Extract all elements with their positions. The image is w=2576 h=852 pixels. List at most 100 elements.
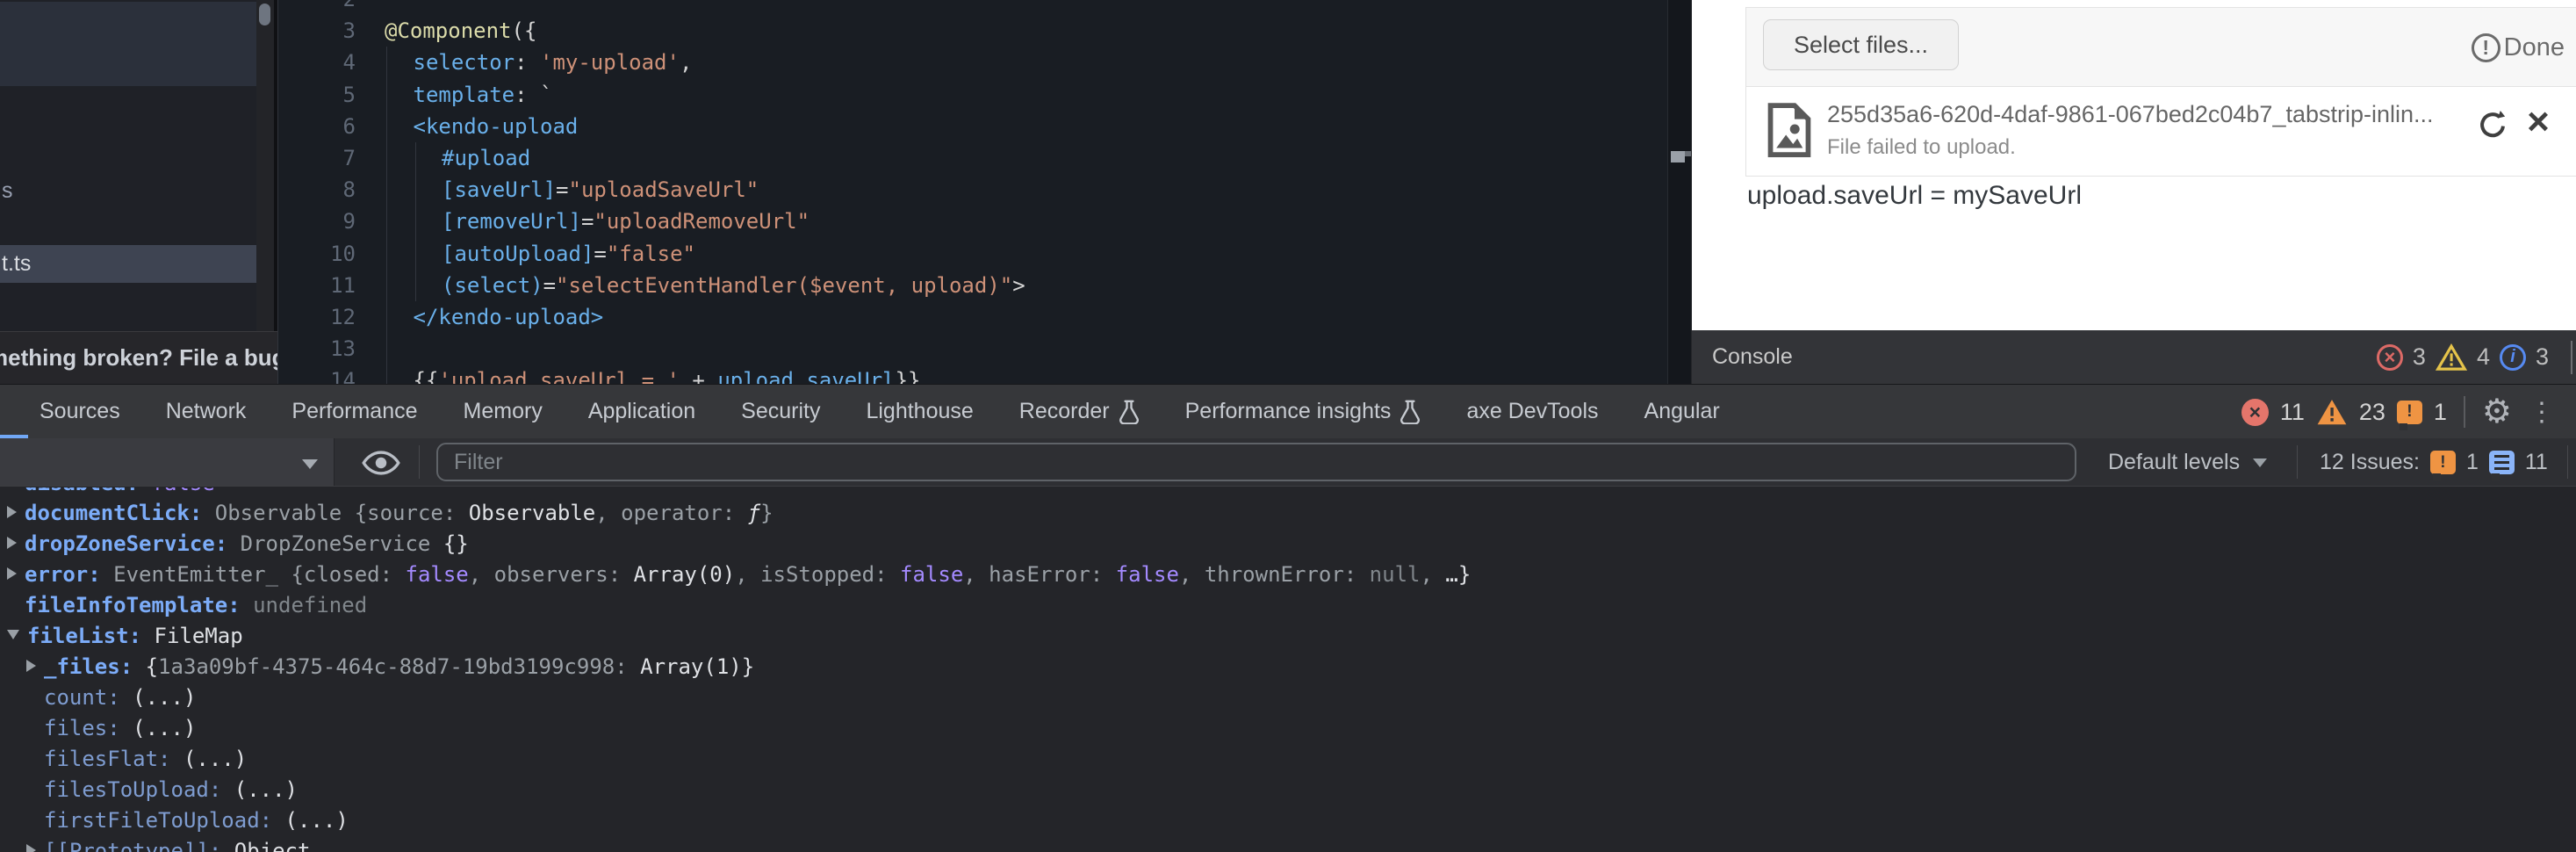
tab-memory[interactable]: Memory <box>464 399 543 424</box>
flask-icon <box>1119 400 1140 424</box>
console-token: count: <box>44 685 133 710</box>
issues-summary[interactable]: 12 Issues: ! 1 11 <box>2320 438 2548 487</box>
expand-arrow-icon[interactable] <box>7 567 17 580</box>
issues-count: 1 <box>2433 398 2447 425</box>
editor-scrollbar-thumb[interactable] <box>1671 151 1685 162</box>
tab-lighthouse[interactable]: Lighthouse <box>866 399 973 424</box>
console-token: false <box>900 562 964 587</box>
line-number[interactable]: 6 <box>278 111 356 142</box>
settings-gear-icon[interactable]: ⚙ <box>2482 395 2512 429</box>
ide-section: s t.ts mething broken? File a bug! 23@Co… <box>0 0 2576 384</box>
line-number[interactable]: 10 <box>278 238 356 270</box>
retry-upload-icon[interactable] <box>2473 106 2512 145</box>
error-count: 3 <box>2412 343 2426 370</box>
console-property-row: disabled: false <box>0 487 2576 498</box>
console-token: null <box>1369 562 1421 587</box>
expand-arrow-icon[interactable] <box>26 844 36 852</box>
code-line[interactable]: 11 (select)="selectEventHandler($event, u… <box>278 270 1666 301</box>
tab-security[interactable]: Security <box>741 399 820 424</box>
remove-file-icon[interactable]: × <box>2519 99 2558 145</box>
tab-sources[interactable]: Sources <box>40 399 120 424</box>
code-token: [saveUrl] <box>442 177 557 203</box>
exclamation-circle-icon: ! <box>2471 32 2500 62</box>
line-number[interactable]: 3 <box>278 15 356 47</box>
select-files-button[interactable]: Select files... <box>1763 19 1960 70</box>
code-line[interactable]: 13 <box>278 333 1666 365</box>
code-line[interactable]: 7 #upload <box>278 142 1666 174</box>
code-token: [autoUpload] <box>442 241 594 266</box>
code-token: = <box>543 272 557 298</box>
code-editor[interactable]: 23 @Component({4 selector: 'my-upload', 5 te… <box>277 0 1691 384</box>
javascript-context-dropdown[interactable] <box>0 438 335 486</box>
tab-performance-insights[interactable]: Performance insights <box>1185 399 1421 424</box>
console-property-row: error: EventEmitter_ {closed: false, obs… <box>0 560 2576 590</box>
tab-angular[interactable]: Angular <box>1644 399 1720 424</box>
line-number[interactable]: 2 <box>278 0 356 15</box>
line-number[interactable]: 12 <box>278 301 356 333</box>
sidebar-scrollbar-thumb[interactable] <box>259 4 270 25</box>
log-levels-label: Default levels <box>2108 450 2241 474</box>
issues-icon[interactable]: ! <box>2396 400 2422 430</box>
improvement-issue-icon <box>2488 451 2515 480</box>
tab-network[interactable]: Network <box>166 399 247 424</box>
console-warnings-icon[interactable] <box>2316 398 2348 426</box>
message-count: 11 <box>2524 450 2548 474</box>
console-property-row: files: (...) <box>0 713 2576 744</box>
line-number[interactable]: 7 <box>278 142 356 174</box>
tab-label: Performance insights <box>1184 399 1392 423</box>
code-line[interactable]: 14 {{'upload.saveUrl = ' + upload.saveUrl… <box>278 365 1666 384</box>
upload-status: ! Done <box>2471 8 2565 87</box>
divider <box>2567 445 2568 479</box>
expand-arrow-icon[interactable] <box>26 660 36 672</box>
sidebar-scrollbar[interactable] <box>256 0 274 331</box>
sidebar-item-selected-file[interactable]: t.ts <box>0 245 256 283</box>
code-line[interactable]: 12 </kendo-upload> <box>278 301 1666 333</box>
line-number[interactable]: 14 <box>278 365 356 384</box>
code-token: 'upload.saveUrl = ' <box>438 368 680 384</box>
console-token: , operator: <box>595 501 748 525</box>
code-line[interactable]: 4 selector: 'my-upload', <box>278 47 1666 78</box>
expand-arrow-icon[interactable] <box>7 630 19 639</box>
console-token: fileList: <box>27 624 155 648</box>
code-text: [saveUrl]="uploadSaveUrl" <box>442 174 759 206</box>
console-token: Object <box>234 839 311 852</box>
code-line[interactable]: 6 <kendo-upload <box>278 111 1666 142</box>
more-options-kebab-icon[interactable]: ⋮ <box>2523 397 2560 428</box>
code-text: [removeUrl]="uploadRemoveUrl" <box>442 206 809 237</box>
code-line[interactable]: 9 [removeUrl]="uploadRemoveUrl" <box>278 206 1666 237</box>
expand-arrow-icon[interactable] <box>7 506 17 518</box>
console-property-row: fileInfoTemplate: undefined <box>0 590 2576 621</box>
code-token: = <box>580 209 594 235</box>
code-line[interactable]: 8 [saveUrl]="uploadSaveUrl" <box>278 174 1666 206</box>
code-token: , <box>679 50 693 76</box>
line-number[interactable]: 5 <box>278 79 356 111</box>
console-token: (...) <box>133 685 197 710</box>
code-line[interactable]: 2 <box>278 0 1666 15</box>
line-number[interactable]: 9 <box>278 206 356 237</box>
preview-console-bar[interactable]: Console × 3 4 i 3 <box>1692 330 2576 384</box>
editor-scrollbar[interactable] <box>1667 0 1691 384</box>
tab-performance[interactable]: Performance <box>291 399 417 424</box>
console-errors-icon[interactable]: × <box>2241 398 2269 426</box>
console-token: , isStopped: <box>735 562 901 587</box>
tab-axe-devtools[interactable]: axe DevTools <box>1466 399 1598 424</box>
console-filter-input[interactable] <box>436 443 2076 481</box>
line-number[interactable]: 11 <box>278 270 356 301</box>
tab-recorder[interactable]: Recorder <box>1019 399 1140 424</box>
log-levels-dropdown[interactable]: Default levels <box>2108 438 2268 487</box>
code-line[interactable]: 5 template: ` <box>278 79 1666 111</box>
console-output: disabled: falsedocumentClick: Observable… <box>0 487 2576 852</box>
console-errors-count: 11 <box>2279 398 2305 425</box>
line-number[interactable]: 13 <box>278 333 356 365</box>
code-token: </kendo-upload> <box>413 304 604 329</box>
line-number[interactable]: 8 <box>278 174 356 206</box>
create-live-expression-eye-icon[interactable] <box>362 450 400 480</box>
line-number[interactable]: 4 <box>278 47 356 78</box>
console-property-row: [[Prototype]]: Object <box>0 836 2576 852</box>
expand-arrow-icon[interactable] <box>7 537 17 549</box>
tab-application[interactable]: Application <box>588 399 695 424</box>
code-line[interactable]: 3 @Component({ <box>278 15 1666 47</box>
code-line[interactable]: 10 [autoUpload]="false" <box>278 238 1666 270</box>
file-a-bug-banner[interactable]: mething broken? File a bug! <box>0 331 277 384</box>
devtools-status-badges: × 11 23 ! 1 ⚙ ⋮ <box>2241 385 2560 439</box>
